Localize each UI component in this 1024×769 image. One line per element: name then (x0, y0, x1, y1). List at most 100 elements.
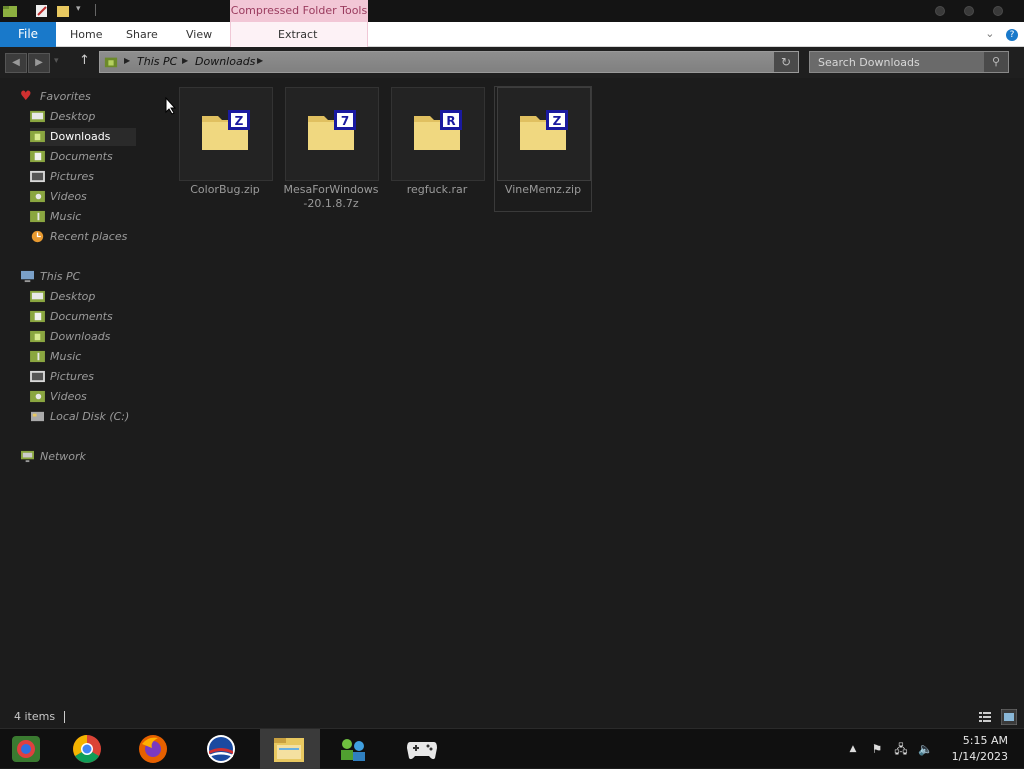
nav-fav-documents[interactable]: Documents (30, 148, 140, 166)
svg-text:Z: Z (235, 114, 244, 128)
nav-fav-downloads[interactable]: Downloads (30, 128, 136, 146)
refresh-button[interactable]: ↻ (774, 52, 798, 72)
tab-share[interactable]: Share (126, 22, 158, 47)
videos-icon (30, 390, 45, 403)
search-icon[interactable]: ⚲ (984, 52, 1008, 72)
file-item[interactable]: 7 MesaForWindows-20.1.8.7z (283, 87, 379, 211)
forward-button[interactable]: ▶ (28, 53, 50, 73)
nav-fav-videos[interactable]: Videos (30, 188, 140, 206)
nav-fav-recent-places[interactable]: Recent places (30, 228, 140, 246)
taskbar-chrome[interactable] (58, 729, 118, 769)
recent-locations-chevron-icon[interactable]: ▾ (54, 56, 59, 66)
people-network-icon (341, 739, 365, 761)
file-name: regfuck.rar (406, 183, 468, 196)
file-explorer-icon (274, 738, 304, 762)
nav-pc-downloads[interactable]: Downloads (30, 328, 140, 346)
file-item[interactable]: Z VineMemz.zip (494, 86, 592, 212)
tab-view[interactable]: View (186, 22, 212, 47)
customize-toolbar-chevron-icon[interactable]: ▾ (76, 4, 81, 14)
svg-text:R: R (446, 114, 455, 128)
breadcrumb-separator-icon[interactable]: ▶ (257, 56, 263, 65)
nav-pc-videos[interactable]: Videos (30, 388, 140, 406)
maximize-button[interactable] (964, 6, 974, 16)
svg-text:Z: Z (553, 114, 562, 128)
computer-icon (21, 270, 34, 283)
downloads-folder-icon (104, 57, 118, 68)
nav-pc-music[interactable]: Music (30, 348, 140, 366)
chrome-icon (73, 735, 101, 763)
back-button[interactable]: ◀ (5, 53, 27, 73)
nav-pc-desktop[interactable]: Desktop (30, 288, 140, 306)
taskbar-app[interactable] (190, 729, 250, 769)
new-folder-icon[interactable] (55, 3, 71, 19)
up-arrow-icon[interactable]: ↑ (79, 53, 90, 68)
circle-logo-icon (207, 735, 235, 763)
start-orb-icon (12, 736, 40, 762)
title-bar: ▾ Compressed Folder Tools (0, 0, 1024, 22)
toolbar-divider (95, 4, 96, 16)
file-name: ColorBug.zip (190, 183, 260, 196)
breadcrumb-this-pc[interactable]: This PC (137, 55, 177, 68)
taskbar: ▲ ⚑ 🖧 🔈 5:15 AM 1/14/2023 (0, 728, 1024, 769)
7z-archive-icon: 7 (308, 110, 356, 150)
minimize-button[interactable] (935, 6, 945, 16)
breadcrumb-separator-icon: ▶ (182, 56, 189, 65)
network-icon (21, 450, 34, 463)
nav-pc-pictures[interactable]: Pictures (30, 368, 140, 386)
nav-pc-documents[interactable]: Documents (30, 308, 140, 326)
network-tray-icon[interactable]: 🖧 (894, 742, 908, 756)
svg-text:7: 7 (341, 114, 349, 128)
start-button[interactable] (0, 729, 60, 769)
nav-fav-pictures[interactable]: Pictures (30, 168, 140, 186)
expand-ribbon-chevron-icon[interactable]: ⌄ (985, 27, 994, 40)
search-box: ⚲ (809, 51, 1009, 73)
explorer-icon[interactable] (2, 3, 18, 19)
file-name: MesaForWindows-20.1.8.7z (283, 183, 379, 210)
clock-date: 1/14/2023 (951, 750, 1008, 763)
details-view-icon[interactable] (978, 710, 992, 724)
tab-extract[interactable]: Extract (278, 22, 317, 47)
taskbar-firefox[interactable] (124, 729, 184, 769)
taskbar-file-explorer[interactable] (260, 729, 320, 769)
nav-pc-local-disk[interactable]: Local Disk (C:) (30, 408, 140, 426)
close-button[interactable] (993, 6, 1003, 16)
breadcrumb-downloads[interactable]: Downloads (195, 55, 255, 68)
tab-file[interactable]: File (0, 22, 56, 47)
properties-icon[interactable] (34, 3, 50, 19)
file-item[interactable]: Z ColorBug.zip (177, 87, 273, 211)
tab-home[interactable]: Home (70, 22, 102, 47)
extract-tab-zone: Extract (230, 22, 368, 47)
firefox-icon (139, 735, 167, 763)
recent-places-icon (31, 230, 44, 243)
downloads-icon (30, 130, 45, 143)
nav-fav-desktop[interactable]: Desktop (30, 108, 140, 126)
nav-fav-music[interactable]: Music (30, 208, 140, 226)
rar-archive-icon: R (414, 110, 462, 150)
videos-icon (30, 190, 45, 203)
address-bar[interactable]: ▶ This PC ▶ Downloads ▶ ↻ (99, 51, 799, 73)
taskbar-game[interactable] (392, 729, 452, 769)
desktop-icon (30, 290, 45, 303)
show-hidden-icons-chevron-icon[interactable]: ▲ (846, 742, 860, 756)
pictures-icon (30, 370, 45, 383)
file-name: VineMemz.zip (504, 183, 582, 196)
volume-icon[interactable]: 🔈 (918, 742, 933, 756)
action-center-flag-icon[interactable]: ⚑ (870, 742, 884, 756)
nav-network[interactable]: Network (20, 448, 140, 466)
clock-time: 5:15 AM (962, 734, 1008, 747)
documents-icon (30, 310, 45, 323)
help-icon[interactable]: ? (1006, 29, 1018, 41)
search-input[interactable] (810, 52, 985, 72)
file-item[interactable]: R regfuck.rar (389, 87, 485, 211)
zip-archive-icon: Z (202, 110, 250, 150)
music-icon (30, 350, 45, 363)
nav-favorites[interactable]: ♥ Favorites (20, 88, 140, 106)
clock[interactable]: 5:15 AM 1/14/2023 (952, 733, 1008, 765)
compressed-folder-tools-tab[interactable]: Compressed Folder Tools (230, 0, 368, 22)
taskbar-network-app[interactable] (324, 729, 384, 769)
mouse-cursor-icon (165, 97, 177, 115)
desktop-icon (30, 110, 45, 123)
large-icons-view-icon[interactable] (1001, 709, 1017, 725)
nav-this-pc[interactable]: This PC (20, 268, 140, 286)
address-row: ◀ ▶ ▾ ↑ ▶ This PC ▶ Downloads ▶ ↻ ⚲ (0, 47, 1024, 78)
